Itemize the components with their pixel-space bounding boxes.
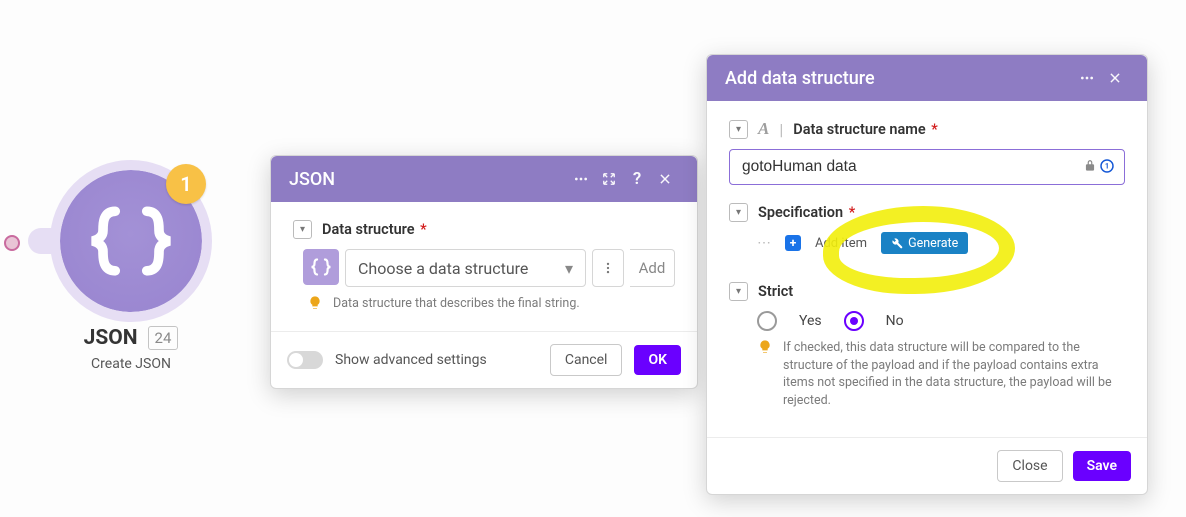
strict-no-radio[interactable]	[844, 311, 864, 331]
json-node-circle[interactable]: 1	[60, 170, 202, 312]
chevron-down-icon: ▾	[565, 259, 573, 278]
cancel-button[interactable]: Cancel	[550, 344, 623, 376]
close-icon[interactable]	[1101, 64, 1129, 92]
strict-label: Strict	[758, 283, 793, 300]
collapse-toggle[interactable]: ▾	[729, 120, 748, 139]
generate-button[interactable]: Generate	[881, 232, 968, 254]
lightbulb-icon	[757, 339, 773, 355]
add-data-structure-panel: Add data structure ▾ A | Data structure …	[706, 54, 1148, 495]
specification-label: Specification *	[758, 204, 855, 221]
advanced-settings-toggle[interactable]	[287, 351, 323, 369]
node-subtitle: Create JSON	[60, 356, 202, 372]
strict-yes-label: Yes	[799, 313, 822, 329]
strict-yes-radio[interactable]	[757, 311, 777, 331]
onepassword-icon[interactable]: 1	[1099, 157, 1115, 175]
save-button[interactable]: Save	[1073, 451, 1131, 481]
svg-text:1: 1	[1105, 162, 1109, 171]
expand-icon[interactable]	[595, 165, 623, 193]
tree-connector: ⋯	[757, 235, 771, 251]
panel-header: JSON ?	[271, 156, 697, 202]
collapse-toggle[interactable]: ▾	[729, 282, 748, 301]
text-type-icon: A	[758, 119, 769, 139]
strict-hint: If checked, this data structure will be …	[783, 339, 1125, 409]
add-item-icon[interactable]: +	[785, 235, 801, 251]
lock-icon	[1083, 157, 1097, 175]
panel-header: Add data structure	[707, 55, 1147, 101]
wrench-icon	[891, 237, 903, 249]
panel-title: JSON	[289, 169, 335, 190]
advanced-settings-label: Show advanced settings	[335, 352, 487, 368]
ds-name-label: Data structure name *	[793, 121, 938, 138]
strict-no-label: No	[886, 313, 904, 329]
json-config-panel: JSON ? ▾ Data structure * Choose a data …	[270, 155, 698, 389]
close-button[interactable]: Close	[997, 450, 1062, 482]
braces-icon	[86, 206, 176, 276]
node-title: JSON	[84, 326, 138, 350]
more-icon[interactable]	[1073, 64, 1101, 92]
add-item-button[interactable]: Add item	[815, 236, 867, 251]
select-placeholder: Choose a data structure	[358, 259, 528, 278]
node-count-badge: 24	[148, 326, 179, 350]
lightbulb-icon	[307, 295, 323, 311]
close-icon[interactable]	[651, 165, 679, 193]
data-structure-hint: Data structure that describes the final …	[333, 295, 580, 313]
data-structure-label: Data structure *	[322, 221, 427, 238]
input-port[interactable]	[4, 235, 20, 251]
add-data-structure-button[interactable]: Add	[630, 249, 675, 287]
panel-title: Add data structure	[725, 68, 875, 89]
more-icon[interactable]	[567, 165, 595, 193]
json-node[interactable]: 1 JSON 24 Create JSON	[60, 170, 202, 372]
help-icon[interactable]: ?	[623, 165, 651, 193]
kebab-menu[interactable]	[592, 249, 624, 287]
ok-button[interactable]: OK	[634, 345, 681, 375]
collapse-toggle[interactable]: ▾	[293, 220, 312, 239]
data-structure-type-icon	[303, 249, 339, 285]
data-structure-select[interactable]: Choose a data structure ▾	[345, 249, 586, 287]
node-order-badge: 1	[166, 164, 206, 204]
ds-name-input[interactable]	[729, 149, 1125, 185]
collapse-toggle[interactable]: ▾	[729, 203, 748, 222]
